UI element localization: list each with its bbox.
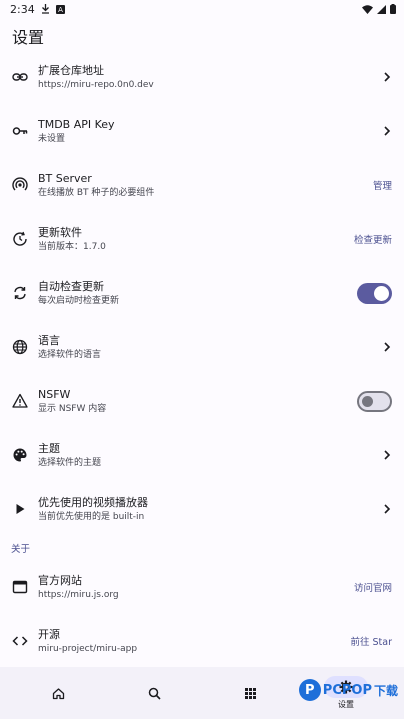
setting-title: NSFW — [38, 387, 71, 401]
setting-preferred-player[interactable]: 优先使用的视频播放器 当前优先使用的是 built-in — [0, 482, 404, 536]
setting-extension-repo[interactable]: 扩展仓库地址 https://miru-repo.0n0.dev — [0, 50, 404, 104]
setting-theme[interactable]: 主题 选择软件的主题 — [0, 428, 404, 482]
setting-subtitle: 当前优先使用的是 built-in — [38, 511, 145, 522]
chevron-right-icon — [384, 72, 391, 82]
setting-title: TMDB API Key — [38, 117, 115, 131]
setting-subtitle: 选择软件的主题 — [38, 457, 102, 468]
battery-icon — [390, 4, 396, 14]
setting-title: 开源 — [38, 627, 60, 641]
setting-subtitle: 未设置 — [38, 133, 66, 144]
toggle-knob — [362, 395, 373, 407]
grid-icon — [244, 687, 256, 699]
setting-title: 更新软件 — [38, 225, 82, 239]
key-icon — [12, 123, 28, 139]
auto-update-toggle[interactable] — [357, 282, 392, 304]
play-icon — [12, 501, 28, 517]
watermark-suffix: 下载 — [373, 683, 398, 698]
browser-window-icon — [12, 579, 28, 595]
setting-language[interactable]: 语言 选择软件的语言 — [0, 320, 404, 374]
pcpop-logo: P — [298, 679, 321, 701]
settings-list: 扩展仓库地址 https://miru-repo.0n0.dev TMDB AP… — [0, 50, 404, 668]
status-time: 2:34 — [10, 2, 35, 16]
chevron-right-icon — [384, 504, 391, 514]
setting-subtitle: https://miru.js.org — [38, 589, 119, 600]
setting-subtitle: 每次启动时检查更新 — [38, 295, 120, 306]
setting-title: 官方网站 — [38, 573, 82, 587]
about-official-website[interactable]: 官方网站 https://miru.js.org 访问官网 — [0, 560, 404, 614]
toggle-knob — [374, 285, 389, 301]
chevron-right-icon — [384, 450, 391, 460]
chevron-right-icon — [384, 342, 391, 352]
setting-title: 语言 — [38, 333, 60, 347]
setting-nsfw[interactable]: NSFW 显示 NSFW 内容 — [0, 374, 404, 428]
palette-icon — [12, 447, 28, 463]
setting-title: 主题 — [38, 441, 60, 455]
setting-subtitle: 显示 NSFW 内容 — [38, 403, 107, 414]
signal-icon — [377, 4, 386, 14]
setting-bt-server[interactable]: BT Server 在线播放 BT 种子的必要组件 管理 — [0, 158, 404, 212]
about-open-source[interactable]: 开源 miru-project/miru-app 前往 Star — [0, 614, 404, 668]
link-icon — [12, 69, 28, 85]
nav-home[interactable] — [28, 673, 88, 713]
setting-title: 优先使用的视频播放器 — [38, 495, 148, 509]
nav-search[interactable] — [124, 673, 184, 713]
home-icon — [52, 687, 64, 699]
pcpop-watermark: P PCPOP 下载 — [298, 679, 398, 701]
sync-icon — [12, 285, 28, 301]
about-section-header: 关于 — [11, 544, 31, 555]
setting-tmdb-api-key[interactable]: TMDB API Key 未设置 — [0, 104, 404, 158]
chevron-right-icon — [384, 126, 391, 136]
setting-subtitle: miru-project/miru-app — [38, 643, 138, 654]
code-icon — [12, 633, 28, 649]
nav-extensions[interactable] — [220, 673, 280, 713]
star-repo-button[interactable]: 前往 Star — [350, 634, 392, 648]
setting-auto-check-update[interactable]: 自动检查更新 每次启动时检查更新 — [0, 266, 404, 320]
manage-button[interactable]: 管理 — [373, 178, 392, 192]
setting-subtitle: https://miru-repo.0n0.dev — [38, 79, 154, 90]
setting-title: 扩展仓库地址 — [38, 63, 104, 77]
setting-subtitle: 当前版本：1.7.0 — [38, 241, 106, 252]
visit-website-button[interactable]: 访问官网 — [354, 580, 392, 594]
notification-a-icon: A — [55, 4, 65, 14]
setting-subtitle: 选择软件的语言 — [38, 349, 102, 360]
update-clock-icon — [12, 231, 28, 247]
setting-title: 自动检查更新 — [38, 279, 104, 293]
setting-title: BT Server — [38, 171, 92, 185]
check-update-button[interactable]: 检查更新 — [354, 232, 392, 246]
svg-text:A: A — [58, 6, 63, 14]
search-icon — [148, 687, 161, 700]
setting-update-app[interactable]: 更新软件 当前版本：1.7.0 检查更新 — [0, 212, 404, 266]
setting-subtitle: 在线播放 BT 种子的必要组件 — [38, 187, 155, 198]
status-bar: 2:34 A — [0, 0, 404, 18]
wifi-icon — [362, 4, 373, 14]
watermark-brand: PCPOP — [322, 682, 372, 698]
podcast-icon — [12, 177, 28, 193]
warning-icon — [12, 393, 28, 409]
globe-icon — [12, 339, 28, 355]
download-icon — [41, 4, 49, 14]
nsfw-toggle[interactable] — [357, 390, 392, 412]
